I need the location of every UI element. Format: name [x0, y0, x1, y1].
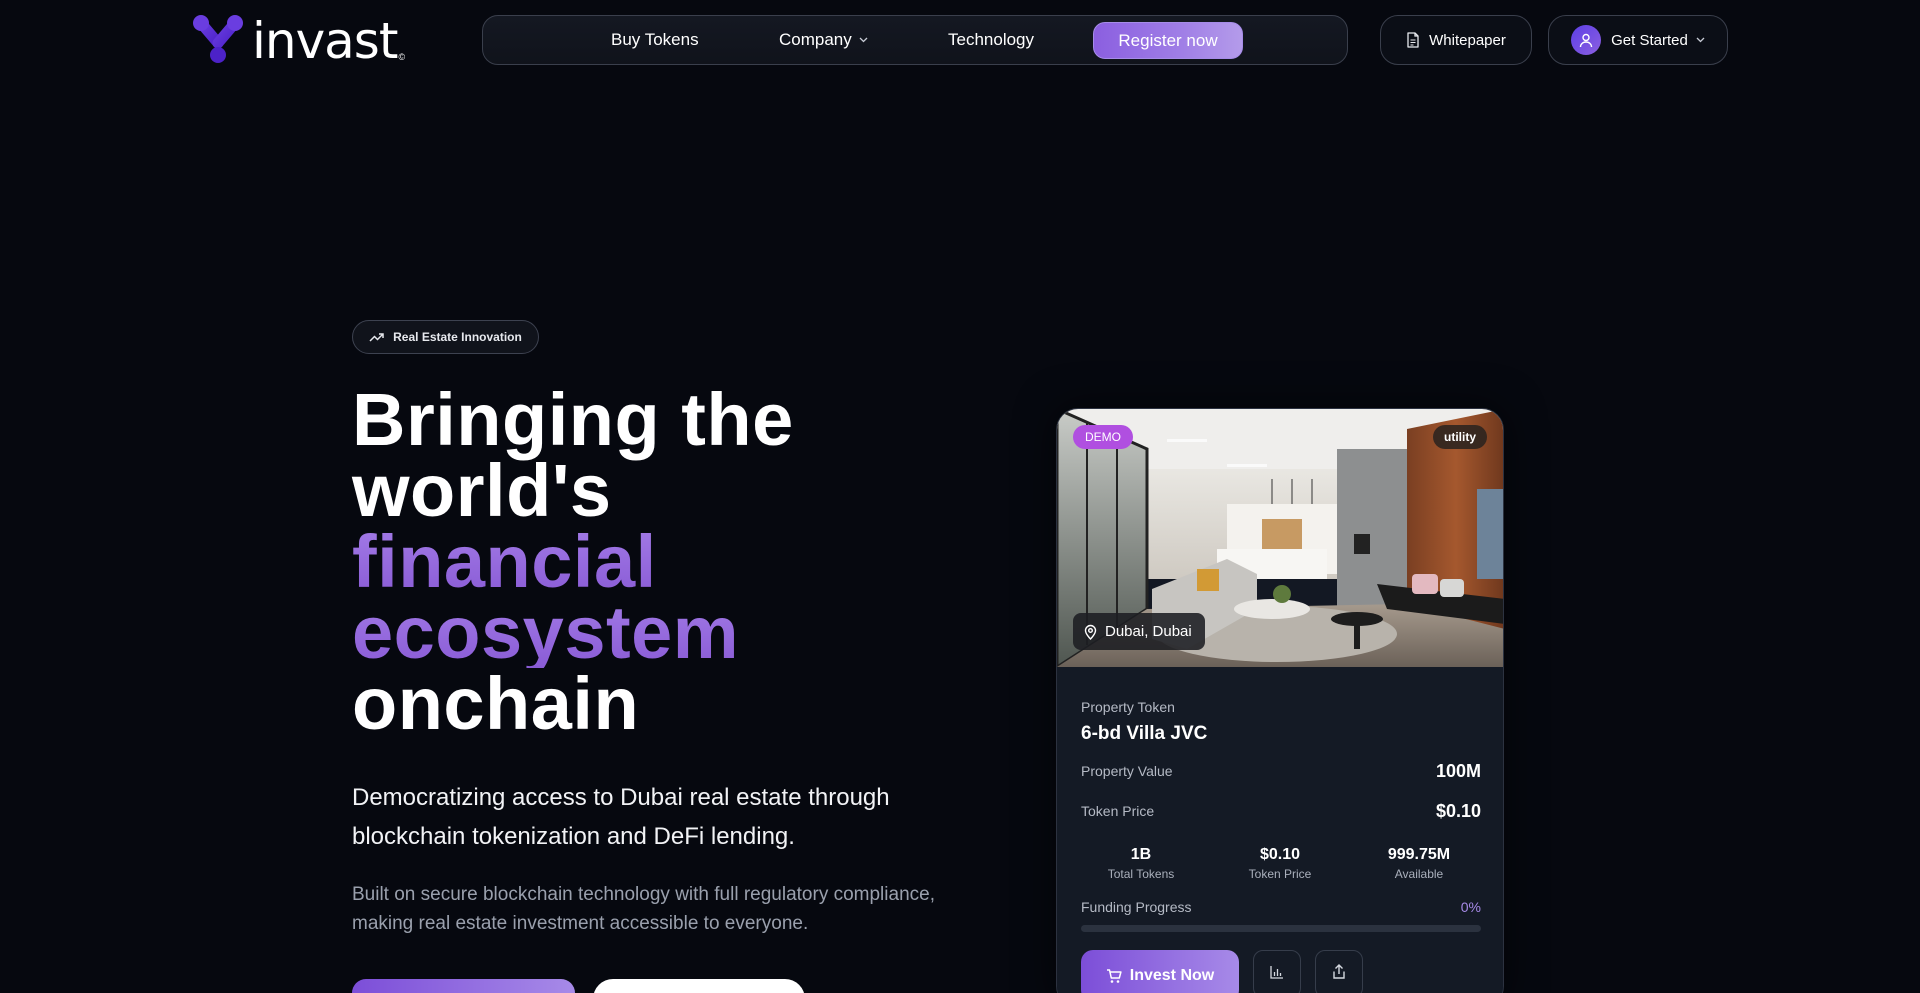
chevron-down-icon [1696, 37, 1705, 43]
nav-item-technology[interactable]: Technology [948, 16, 1034, 64]
hero-title: Bringing the world's financial ecosystem… [352, 378, 972, 745]
invest-now-button[interactable]: Invest Now [1081, 950, 1239, 993]
property-name: 6-bd Villa JVC [1081, 723, 1208, 744]
get-started-label: Get Started [1611, 31, 1688, 49]
stat-caption: Available [1394, 867, 1444, 881]
cart-icon [1106, 968, 1122, 984]
token-price-label: Token Price [1081, 803, 1155, 819]
stat-caption: Total Tokens [1107, 867, 1175, 881]
nav-item-label: Company [779, 30, 852, 49]
bar-chart-icon [1269, 964, 1285, 985]
location-label: Dubai, Dubai [1105, 623, 1192, 640]
hero-title-line: world's [352, 449, 612, 532]
stat-value: 999.75M [1387, 846, 1451, 863]
funding-progress-bar [1081, 925, 1481, 932]
property-value: 100M [1435, 761, 1481, 781]
stat-total-tokens: 1B Total Tokens [1081, 845, 1201, 882]
logo-mark-icon [193, 15, 243, 63]
secondary-cta-button[interactable] [593, 979, 805, 993]
share-icon [1331, 963, 1347, 985]
share-button[interactable] [1315, 950, 1363, 993]
stat-value: $0.10 [1259, 846, 1301, 863]
nav-item-company[interactable]: Company [779, 16, 868, 64]
stat-token-price: $0.10 Token Price [1220, 845, 1340, 882]
token-type-badge: utility [1433, 425, 1487, 449]
user-icon [1571, 25, 1602, 55]
get-started-button[interactable]: Get Started [1548, 15, 1728, 65]
hero-subtitle: Democratizing access to Dubai real estat… [352, 784, 890, 850]
chevron-down-icon [859, 37, 868, 43]
hero-title-accent: ecosystem [352, 596, 972, 670]
hero-title-line: onchain [352, 662, 640, 745]
hero-title-line: Bringing the [352, 378, 794, 461]
whitepaper-label: Whitepaper [1429, 31, 1506, 49]
invest-now-label: Invest Now [1129, 967, 1215, 984]
main-nav: Buy Tokens Company Technology Register n… [482, 15, 1348, 65]
hero-title-accent: financial [352, 525, 972, 599]
stat-value: 1B [1130, 846, 1152, 863]
primary-cta-button[interactable] [352, 979, 575, 993]
property-details: Property Token 6-bd Villa JVC Property V… [1057, 667, 1503, 993]
funding-progress-percent: 0% [1460, 899, 1481, 915]
brand-copyright-mark: © [398, 52, 406, 62]
nav-item-buy-tokens[interactable]: Buy Tokens [611, 16, 699, 64]
stat-available: 999.75M Available [1359, 845, 1479, 882]
nav-item-label: Buy Tokens [611, 30, 699, 49]
register-now-button[interactable]: Register now [1093, 22, 1243, 59]
token-price-value: $0.10 [1435, 801, 1481, 821]
section-badge: Real Estate Innovation [352, 320, 539, 354]
brand-logo[interactable]: invast © [192, 12, 406, 70]
token-stats: 1B Total Tokens $0.10 Token Price 999.75… [1081, 845, 1481, 889]
property-card: DEMO utility Dubai, Dubai Property Token… [1056, 408, 1504, 993]
badge-label: Real Estate Innovation [393, 330, 522, 344]
map-pin-icon [1084, 624, 1097, 640]
funding-progress-label: Funding Progress [1081, 899, 1192, 915]
nav-item-label: Technology [948, 30, 1035, 49]
location-chip: Dubai, Dubai [1073, 613, 1205, 650]
hero-description: Built on secure blockchain technology wi… [352, 884, 935, 934]
stat-caption: Token Price [1248, 867, 1312, 881]
demo-badge: DEMO [1073, 425, 1133, 449]
brand-name: invast [252, 12, 398, 70]
document-icon [1406, 32, 1420, 48]
token-kind-label: Property Token [1081, 699, 1175, 715]
trending-up-icon [369, 332, 384, 342]
property-value-label: Property Value [1081, 763, 1173, 779]
analytics-button[interactable] [1253, 950, 1301, 993]
whitepaper-button[interactable]: Whitepaper [1380, 15, 1532, 65]
